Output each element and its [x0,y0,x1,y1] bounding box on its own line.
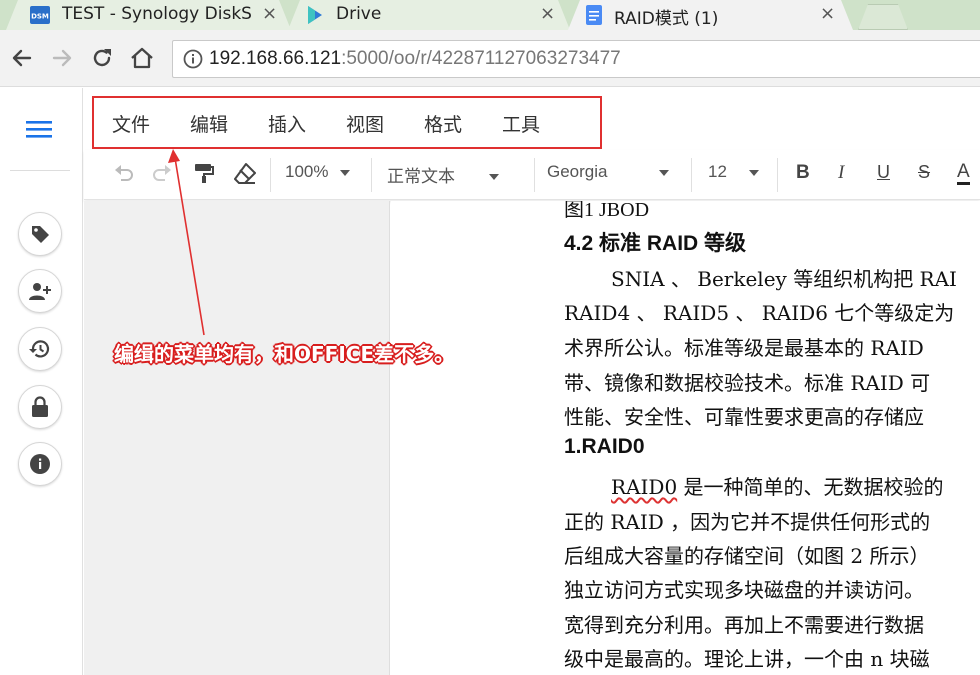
info-button[interactable] [18,442,62,486]
paragraph-line: RAID4 、 RAID5 、 RAID6 七个等级定为 [564,301,955,325]
dsm-icon: DSM [30,5,50,25]
new-tab-button[interactable] [858,4,908,30]
paragraph-style-select[interactable]: 正常文本 [387,162,499,187]
strikethrough-button[interactable]: S [918,162,930,183]
tag-icon [32,226,49,243]
paragraph-line: 后组成大容量的存储空间（如图 2 所示） [564,544,930,568]
section-heading: 4.2 标准 RAID 等级 [564,232,747,255]
paragraph-line: 宽得到充分利用。再加上不需要进行数据 [564,613,924,637]
address-bar[interactable]: 192.168.66.121:5000/oo/r/422871127063273… [172,40,980,78]
bold-button[interactable]: B [796,162,810,184]
undo-icon[interactable] [112,162,136,184]
add-user-icon [29,283,51,300]
tab-synology-diskstation[interactable]: DSM TEST - Synology DiskSt × [6,0,291,30]
info-icon [30,454,50,474]
text-color-button[interactable]: A [957,162,970,185]
svg-text:DSM: DSM [31,13,49,21]
reload-icon[interactable] [88,44,116,72]
tab-title: RAID模式 (1) [614,9,719,29]
paragraph-line: 正的 RAID ，因为它并不提供任何形式的 [564,510,931,534]
document-margin-area [84,201,390,675]
format-toolbar: 100% 正常文本 Georgia 12 B I U S A [84,150,980,200]
italic-button[interactable]: I [838,162,844,184]
toolbar-divider [691,158,692,192]
toolbar-divider [534,158,535,192]
paint-format-icon[interactable] [192,161,216,185]
tab-close-button[interactable]: × [540,3,555,24]
tab-title: Drive [336,4,382,24]
figure-caption: 图1 JBOD [564,201,650,221]
home-icon[interactable] [128,44,156,72]
paragraph-line: RAID0 是一种简单的、无数据校验的 [611,475,944,499]
tab-title: TEST - Synology DiskSt [62,4,252,24]
url-text: 192.168.66.121:5000/oo/r/422871127063273… [209,48,621,69]
site-info-icon[interactable] [183,49,203,69]
rail-divider [10,170,70,171]
lock-button[interactable] [18,385,62,429]
annotation-highlight-box [92,96,602,149]
paragraph-line: 独立访问方式实现多块磁盘的并读访问。 [564,578,924,602]
annotation-text: 编缉的菜单均有，和OFFICE差不多。 [114,342,455,366]
subsection-heading: 1.RAID0 [564,435,645,458]
browser-toolbar: 192.168.66.121:5000/oo/r/422871127063273… [0,30,980,87]
tab-close-button[interactable]: × [820,3,835,24]
toolbar-divider [371,158,372,192]
document-icon [584,5,604,25]
paragraph-line: 级中是最高的。理论上讲，一个由 n 块磁 [564,647,930,671]
back-icon[interactable] [8,44,36,72]
zoom-select[interactable]: 100% [285,162,351,182]
paragraph-line: 性能、安全性、可靠性要求更高的存储应 [564,405,924,429]
tag-button[interactable] [18,212,62,256]
paragraph-line: SNIA 、 Berkeley 等组织机构把 RAI [611,267,957,291]
tab-raid-document[interactable]: RAID模式 (1) × [568,0,853,30]
tab-close-button[interactable]: × [262,3,277,24]
hamburger-menu-icon[interactable] [26,118,52,140]
paragraph-line: 术界所公认。标准等级是最基本的 RAID [564,336,924,360]
forward-icon[interactable] [48,44,76,72]
toolbar-divider [777,158,778,192]
paragraph-line: 带、镜像和数据校验技术。标准 RAID 可 [564,371,931,395]
font-size-select[interactable]: 12 [708,162,759,182]
browser-tab-strip: DSM TEST - Synology DiskSt × Drive × RAI… [0,0,980,30]
history-button[interactable] [18,327,62,371]
underline-button[interactable]: U [877,162,890,183]
toolbar-divider [270,158,271,192]
font-family-select[interactable]: Georgia [547,162,670,182]
add-user-button[interactable] [18,269,62,313]
document-page[interactable]: 图1 JBOD 4.2 标准 RAID 等级 SNIA 、 Berkeley 等… [391,201,980,675]
clear-format-icon[interactable] [232,161,258,185]
history-icon [29,340,50,358]
lock-icon [32,396,48,417]
redo-icon[interactable] [150,162,174,184]
tab-drive[interactable]: Drive × [288,0,570,30]
synology-drive-icon [304,5,324,25]
left-rail [0,88,83,675]
